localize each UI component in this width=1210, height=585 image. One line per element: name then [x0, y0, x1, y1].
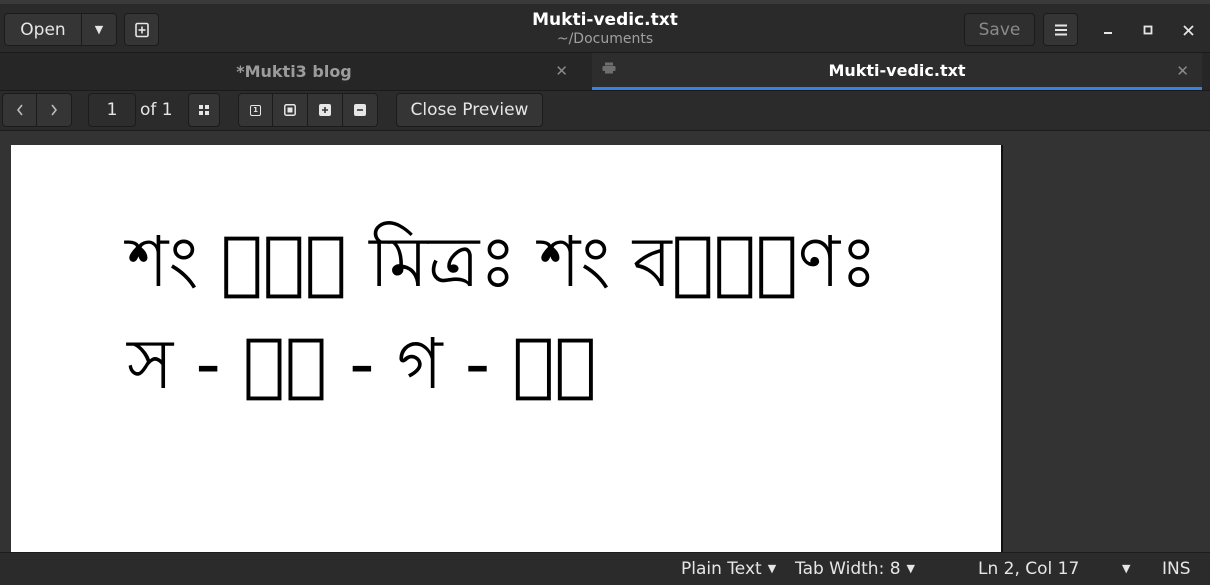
maximize-icon — [1143, 25, 1153, 35]
print-preview-toolbar: 1 of 1 1 Close Preview — [0, 91, 1210, 131]
tab-mukti3-blog[interactable]: *Mukti3 blog ✕ — [0, 53, 588, 90]
preview-page: শং নো॑ মিত্রঃ শং বরু॑ণঃ স - র॒ - গ - ম॑ — [11, 145, 1001, 552]
close-preview-button[interactable]: Close Preview — [396, 93, 543, 127]
zoom-original-icon: 1 — [250, 104, 261, 116]
minimize-icon — [1104, 32, 1112, 34]
header-bar: Open ▼ Mukti-vedic.txt ~/Documents Save — [0, 0, 1210, 53]
window-title: Mukti-vedic.txt ~/Documents — [450, 10, 760, 48]
main-menu-button[interactable] — [1043, 13, 1078, 46]
page-number-input[interactable]: 1 — [88, 93, 136, 127]
tab-width-selector[interactable]: Tab Width: 8 ▼ — [795, 559, 915, 579]
zoom-out-button[interactable] — [343, 93, 378, 127]
chevron-right-icon — [51, 104, 58, 116]
close-icon — [1182, 24, 1194, 36]
chevron-left-icon — [16, 104, 23, 116]
zoom-one-to-one-button[interactable]: 1 — [238, 93, 273, 127]
syntax-language-selector[interactable]: Plain Text ▼ — [681, 559, 776, 579]
tab-mukti-vedic[interactable]: Mukti-vedic.txt ✕ — [592, 53, 1202, 90]
document-line: শং নো॑ মিত্রঃ শং বরু॑ণঃ — [127, 221, 878, 303]
hamburger-menu-icon — [1054, 24, 1067, 35]
previous-page-button[interactable] — [2, 93, 37, 127]
chevron-down-icon: ▼ — [94, 23, 104, 36]
new-document-button[interactable] — [124, 13, 159, 46]
tab-bar: *Mukti3 blog ✕ Mukti-vedic.txt ✕ — [0, 53, 1210, 91]
document-path: ~/Documents — [556, 31, 654, 47]
tab-label: Mukti-vedic.txt — [828, 60, 966, 80]
zoom-in-icon — [319, 104, 331, 116]
chevron-down-icon: ▼ — [1122, 562, 1131, 575]
save-button[interactable]: Save — [964, 13, 1035, 46]
tab-close-icon[interactable]: ✕ — [555, 62, 568, 80]
chevron-down-icon: ▼ — [767, 562, 777, 575]
cursor-position[interactable]: Ln 2, Col 17 — [978, 559, 1079, 579]
grid-icon — [199, 105, 209, 115]
maximize-button[interactable] — [1136, 18, 1160, 42]
zoom-fit-icon — [284, 104, 296, 116]
document-title: Mukti-vedic.txt — [532, 10, 678, 30]
printer-icon — [602, 62, 616, 78]
zoom-in-button[interactable] — [308, 93, 343, 127]
chevron-down-icon: ▼ — [906, 562, 915, 575]
insert-mode-indicator[interactable]: INS — [1162, 559, 1191, 579]
print-preview-area[interactable]: শং নো॑ মিত্রঃ শং বরু॑ণঃ স - র॒ - গ - ম॑ — [0, 131, 1210, 552]
status-bar: Plain Text ▼ Tab Width: 8 ▼ Ln 2, Col 17 ▼… — [0, 552, 1210, 585]
close-window-button[interactable] — [1176, 18, 1200, 42]
document-line: স - র॒ - গ - ম॑ — [127, 323, 597, 405]
open-menu-button[interactable]: ▼ — [82, 13, 117, 46]
next-page-button[interactable] — [37, 93, 72, 127]
tab-label: *Mukti3 blog — [236, 62, 352, 81]
multi-page-button[interactable] — [188, 93, 220, 127]
zoom-fit-button[interactable] — [273, 93, 308, 127]
new-document-icon — [134, 22, 149, 37]
open-button[interactable]: Open — [4, 13, 82, 46]
position-menu-button[interactable]: ▼ — [1116, 559, 1130, 579]
page-count-label: of 1 — [140, 100, 173, 120]
minimize-button[interactable] — [1096, 18, 1120, 42]
zoom-out-icon — [354, 104, 366, 116]
tab-close-icon[interactable]: ✕ — [1176, 62, 1189, 80]
